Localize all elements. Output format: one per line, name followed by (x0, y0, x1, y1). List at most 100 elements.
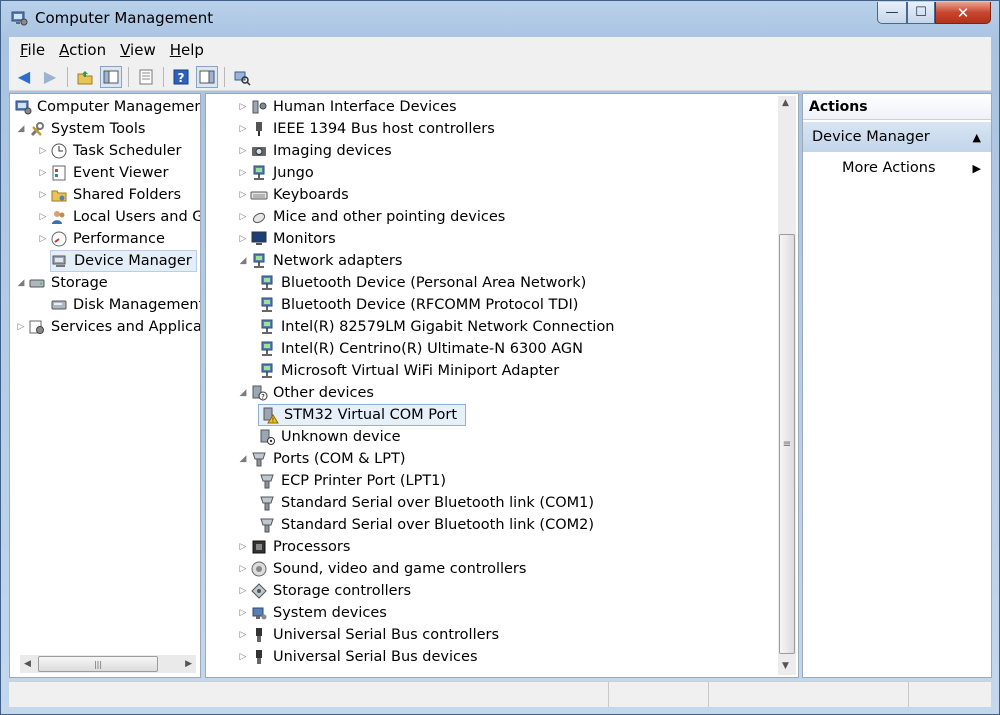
tree-system-tools[interactable]: ◢ System Tools (14, 118, 146, 140)
console-tree-pane[interactable]: Computer Management ◢ System Tools ▷ Tas… (9, 93, 201, 678)
device-item[interactable]: Bluetooth Device (Personal Area Network) (258, 272, 586, 294)
expand-arrow-icon[interactable]: ▷ (236, 542, 250, 552)
collapse-arrow-icon[interactable]: ◢ (236, 454, 250, 464)
expand-arrow-icon[interactable]: ▷ (236, 652, 250, 662)
network-icon (250, 164, 268, 182)
performance-icon (50, 230, 68, 248)
maximize-button[interactable]: ☐ (907, 2, 935, 24)
device-item[interactable]: Intel(R) Centrino(R) Ultimate-N 6300 AGN (258, 338, 583, 360)
menu-file[interactable]: File (13, 41, 52, 59)
device-item[interactable]: Standard Serial over Bluetooth link (COM… (258, 492, 594, 514)
console-tree-icon[interactable] (100, 65, 122, 88)
device-category[interactable]: ▷ Universal Serial Bus devices (236, 646, 478, 668)
expand-arrow-icon[interactable]: ▷ (236, 564, 250, 574)
device-item[interactable]: ECP Printer Port (LPT1) (258, 470, 446, 492)
expand-arrow-icon[interactable]: ▷ (236, 586, 250, 596)
tree-task-scheduler[interactable]: ▷ Task Scheduler (36, 140, 182, 162)
title-bar[interactable]: Computer Management — ☐ ✕ (1, 1, 999, 35)
device-category[interactable]: ▷ Sound, video and game controllers (236, 558, 527, 580)
expand-arrow-icon[interactable]: ▷ (236, 168, 250, 178)
device-category-network-adapters[interactable]: ◢ Network adapters (236, 250, 403, 272)
device-label: Other devices (273, 385, 374, 401)
device-category[interactable]: ▷ Processors (236, 536, 351, 558)
expand-arrow-icon[interactable]: ▷ (236, 146, 250, 156)
expand-arrow-icon[interactable]: ▷ (36, 190, 50, 200)
up-folder-icon[interactable] (74, 66, 96, 88)
expand-arrow-icon[interactable]: ▷ (36, 168, 50, 178)
device-category[interactable]: ▷ Imaging devices (236, 140, 392, 162)
warn-icon: ! (261, 406, 279, 424)
device-label: Intel(R) Centrino(R) Ultimate-N 6300 AGN (281, 341, 583, 357)
tree-event-viewer[interactable]: ▷ Event Viewer (36, 162, 169, 184)
scan-hardware-icon[interactable] (231, 66, 253, 88)
menu-action[interactable]: Action (52, 41, 113, 59)
device-item[interactable]: Intel(R) 82579LM Gigabit Network Connect… (258, 316, 615, 338)
scroll-up-icon[interactable]: ▲ (782, 98, 789, 108)
tree-disk-management[interactable]: Disk Management (50, 294, 200, 316)
more-actions-link[interactable]: More Actions ▶ (803, 156, 991, 180)
collapse-up-icon[interactable]: ▲ (973, 131, 981, 144)
menu-view[interactable]: View (113, 41, 163, 59)
device-list-pane[interactable]: ▷ Human Interface Devices ▷ IEEE 1394 Bus h… (205, 93, 799, 678)
device-item[interactable]: Standard Serial over Bluetooth link (COM… (258, 514, 594, 536)
expand-arrow-icon[interactable]: ▷ (236, 212, 250, 222)
expand-arrow-icon[interactable]: ▷ (36, 212, 50, 222)
expand-arrow-icon[interactable]: ▷ (236, 190, 250, 200)
device-category[interactable]: ▷ Mice and other pointing devices (236, 206, 506, 228)
device-label: Monitors (273, 231, 336, 247)
device-category[interactable]: ▷ IEEE 1394 Bus host controllers (236, 118, 495, 140)
device-category[interactable]: ▷ Storage controllers (236, 580, 412, 602)
menu-help[interactable]: Help (163, 41, 211, 59)
expand-arrow-icon[interactable]: ▷ (236, 234, 250, 244)
device-label: Processors (273, 539, 351, 555)
device-category[interactable]: ▷ Monitors (236, 228, 336, 250)
unknown-icon (258, 428, 276, 446)
expand-arrow-icon[interactable]: ▷ (36, 234, 50, 244)
tree-storage[interactable]: ◢ Storage (14, 272, 108, 294)
device-item-unknown[interactable]: Unknown device (258, 426, 401, 448)
device-item-stm32[interactable]: ! STM32 Virtual COM Port (258, 404, 467, 426)
close-button[interactable]: ✕ (935, 2, 991, 24)
device-category[interactable]: ▷ Universal Serial Bus controllers (236, 624, 500, 646)
actions-device-manager-section[interactable]: Device Manager ▲ (803, 122, 991, 152)
device-category[interactable]: ▷ System devices (236, 602, 387, 624)
device-label: STM32 Virtual COM Port (284, 407, 458, 423)
device-category-other-devices[interactable]: ◢? Other devices (236, 382, 374, 404)
device-category[interactable]: ▷ Jungo (236, 162, 314, 184)
expand-arrow-icon[interactable]: ▷ (236, 102, 250, 112)
device-item[interactable]: Microsoft Virtual WiFi Miniport Adapter (258, 360, 559, 382)
help-icon[interactable]: ? (170, 66, 192, 88)
expand-arrow-icon[interactable]: ▷ (236, 630, 250, 640)
device-label: Imaging devices (273, 143, 392, 159)
scrollbar-thumb[interactable]: ≡ (779, 234, 795, 654)
collapse-arrow-icon[interactable]: ◢ (14, 278, 28, 288)
tree-shared-folders[interactable]: ▷ Shared Folders (36, 184, 182, 206)
back-arrow-icon[interactable]: ◀ (13, 66, 35, 88)
device-category-ports[interactable]: ◢ Ports (COM & LPT) (236, 448, 406, 470)
device-category[interactable]: ▷ Keyboards (236, 184, 349, 206)
scrollbar-thumb[interactable]: ||| (38, 656, 158, 672)
scroll-left-icon[interactable]: ◀ (24, 659, 31, 669)
properties-icon[interactable] (135, 66, 157, 88)
collapse-arrow-icon[interactable]: ◢ (236, 256, 250, 266)
expand-arrow-icon[interactable]: ▷ (36, 146, 50, 156)
tree-local-users[interactable]: ▷ Local Users and Gr (36, 206, 200, 228)
expand-arrow-icon[interactable]: ▷ (14, 322, 28, 332)
tree-root[interactable]: Computer Management (14, 96, 200, 118)
scroll-right-icon[interactable]: ▶ (185, 659, 192, 669)
device-list-vertical-scrollbar[interactable]: ▲ ≡ ▼ (778, 96, 796, 675)
device-category[interactable]: ▷ Human Interface Devices (236, 96, 457, 118)
tree-device-manager[interactable]: Device Manager (50, 250, 197, 272)
collapse-arrow-icon[interactable]: ◢ (14, 124, 28, 134)
collapse-arrow-icon[interactable]: ◢ (236, 388, 250, 398)
tree-performance[interactable]: ▷ Performance (36, 228, 165, 250)
expand-arrow-icon[interactable]: ▷ (236, 608, 250, 618)
tree-horizontal-scrollbar[interactable]: ◀ ||| ▶ (20, 655, 196, 673)
device-item[interactable]: Bluetooth Device (RFCOMM Protocol TDI) (258, 294, 578, 316)
scroll-down-icon[interactable]: ▼ (782, 661, 789, 671)
expand-arrow-icon[interactable]: ▷ (236, 124, 250, 134)
minimize-button[interactable]: — (877, 2, 907, 24)
tree-services-apps[interactable]: ▷ Services and Applicat (14, 316, 200, 338)
action-pane-icon[interactable] (196, 65, 218, 88)
forward-arrow-icon[interactable]: ▶ (39, 66, 61, 88)
